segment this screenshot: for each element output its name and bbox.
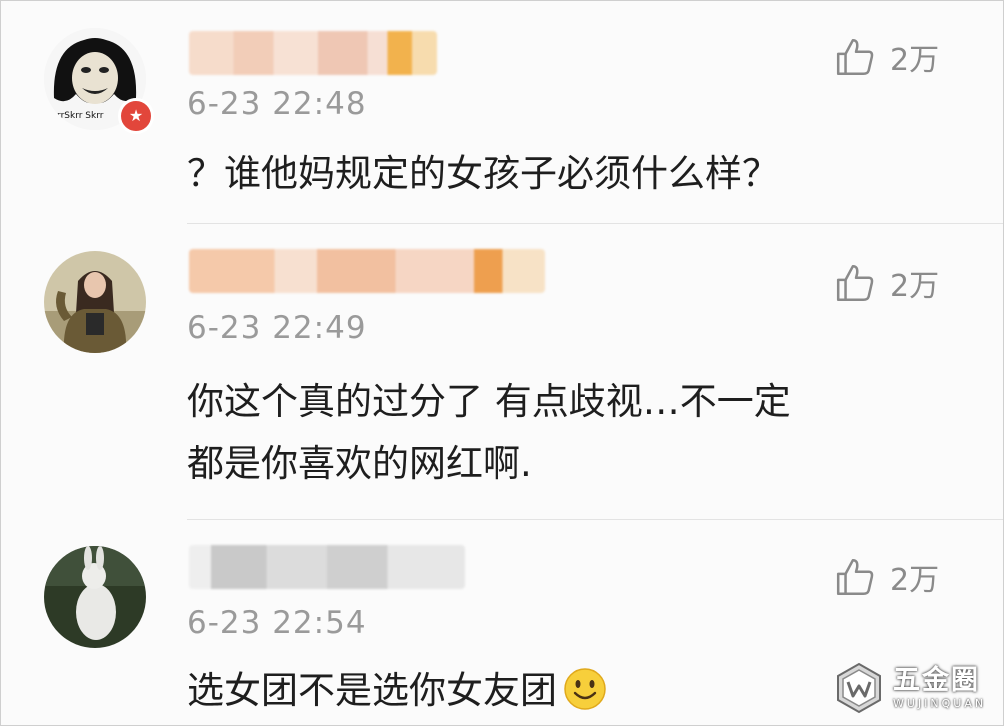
watermark: 五金圈 WUJINQUAN [833,657,995,719]
like-count: 2万 [890,269,940,304]
comment-time: 6-23 22:49 [187,310,367,346]
watermark-cn: 五金圈 [893,665,980,696]
divider [187,223,1003,224]
comment-text: 你这个真的过分了 有点歧视…不一定 都是你喜欢的网红啊. [187,371,957,495]
thumbs-up-icon [836,38,874,76]
avatar[interactable] [44,251,146,353]
thumbs-up-icon [836,558,874,596]
comment-text-line: 你这个真的过分了 有点歧视…不一定 [187,380,791,423]
rabbit-photo-avatar [44,546,146,648]
username-blurred[interactable] [189,545,465,589]
like-button[interactable]: 2万 [834,554,964,600]
comment-time: 6-23 22:48 [187,86,367,122]
username-blurred[interactable] [189,31,437,75]
username-blurred[interactable] [189,249,545,293]
comment-text-line: 都是你喜欢的网红啊. [187,442,532,485]
like-button[interactable]: 2万 [834,34,964,80]
comment-list: \rrSkrr Skrr ★ 6-23 22:48 2万 ？谁他妈规定的女孩子必… [0,0,1004,726]
comment-time: 6-23 22:54 [187,605,367,641]
like-count: 2万 [890,563,940,598]
watermark-text: 五金圈 WUJINQUAN [893,665,986,711]
comment-text: ？谁他妈规定的女孩子必须什么样？ [187,143,957,205]
divider [187,519,1003,520]
like-button[interactable]: 2万 [834,260,964,306]
thumbs-up-icon [836,264,874,302]
watermark-en: WUJINQUAN [893,697,987,710]
girl-photo-avatar [44,251,146,353]
comment-text-line: 选女团不是选你女友团 [187,669,557,712]
smiley-emoji-icon [564,668,606,710]
comment-text-line: ？谁他妈规定的女孩子必须什么样？ [187,152,779,195]
wujinquan-logo-icon [837,662,881,714]
svg-text:\rrSkrr Skrr: \rrSkrr Skrr [54,111,104,121]
avatar[interactable] [44,546,146,648]
vip-badge-icon: ★ [118,98,154,134]
like-count: 2万 [890,43,940,78]
